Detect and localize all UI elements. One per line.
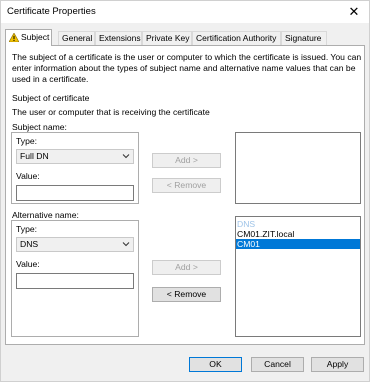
chevron-down-icon xyxy=(122,154,130,159)
apply-button[interactable]: Apply xyxy=(311,357,364,372)
alt-type-select[interactable]: DNS xyxy=(16,237,134,252)
title-bar: Certificate Properties ✕ xyxy=(1,1,369,23)
alt-remove-button[interactable]: < Remove xyxy=(152,287,221,302)
list-item[interactable]: CM01.ZIT.local xyxy=(236,229,360,239)
ok-button[interactable]: OK xyxy=(189,357,242,372)
subject-value-input[interactable] xyxy=(16,185,134,201)
subject-name-label: Subject name: xyxy=(12,122,67,132)
tab-subject-label: Subject xyxy=(21,32,50,42)
subject-type-label: Type: xyxy=(16,136,38,146)
alt-value-input[interactable] xyxy=(16,273,134,289)
alt-type-value: DNS xyxy=(20,239,39,249)
subject-name-group: Type: Full DN Value: xyxy=(11,132,139,204)
alt-value-label: Value: xyxy=(16,259,40,269)
tab-extensions[interactable]: Extensions xyxy=(95,31,142,45)
list-item-selected[interactable]: CM01 xyxy=(236,239,360,249)
tab-signature[interactable]: Signature xyxy=(281,31,327,45)
subject-add-button[interactable]: Add > xyxy=(152,153,221,168)
intro-text: The subject of a certificate is the user… xyxy=(12,52,362,84)
tab-signature-label: Signature xyxy=(285,33,322,43)
list-item[interactable]: DNS xyxy=(236,219,360,229)
subject-type-select[interactable]: Full DN xyxy=(16,149,134,164)
subject-type-value: Full DN xyxy=(20,151,49,161)
tab-extensions-label: Extensions xyxy=(99,33,141,43)
chevron-down-icon xyxy=(122,242,130,247)
alternative-name-list[interactable]: DNS CM01.ZIT.local CM01 xyxy=(235,216,361,337)
window-title: Certificate Properties xyxy=(7,6,96,17)
warning-icon xyxy=(9,33,19,42)
tab-certification-authority-label: Certification Authority xyxy=(196,33,277,43)
tab-general-label: General xyxy=(62,33,93,43)
alternative-name-group: Type: DNS Value: xyxy=(11,220,139,337)
tab-private-key[interactable]: Private Key xyxy=(142,31,192,45)
subject-tab-panel: The subject of a certificate is the user… xyxy=(5,45,365,345)
tab-general[interactable]: General xyxy=(58,31,95,45)
tab-certification-authority[interactable]: Certification Authority xyxy=(192,31,281,45)
alt-type-label: Type: xyxy=(16,224,38,234)
subject-name-list[interactable] xyxy=(235,132,361,204)
subject-remove-button[interactable]: < Remove xyxy=(152,178,221,193)
subject-value-label: Value: xyxy=(16,171,40,181)
section-description: The user or computer that is receiving t… xyxy=(12,107,210,117)
alternative-name-label: Alternative name: xyxy=(12,210,79,220)
certificate-properties-dialog: Certificate Properties ✕ Subject General… xyxy=(0,0,370,382)
tab-private-key-label: Private Key xyxy=(146,33,190,43)
tab-subject[interactable]: Subject xyxy=(5,29,52,46)
close-icon[interactable]: ✕ xyxy=(339,1,369,23)
cancel-button[interactable]: Cancel xyxy=(251,357,304,372)
section-title: Subject of certificate xyxy=(12,93,90,103)
alt-add-button[interactable]: Add > xyxy=(152,260,221,275)
